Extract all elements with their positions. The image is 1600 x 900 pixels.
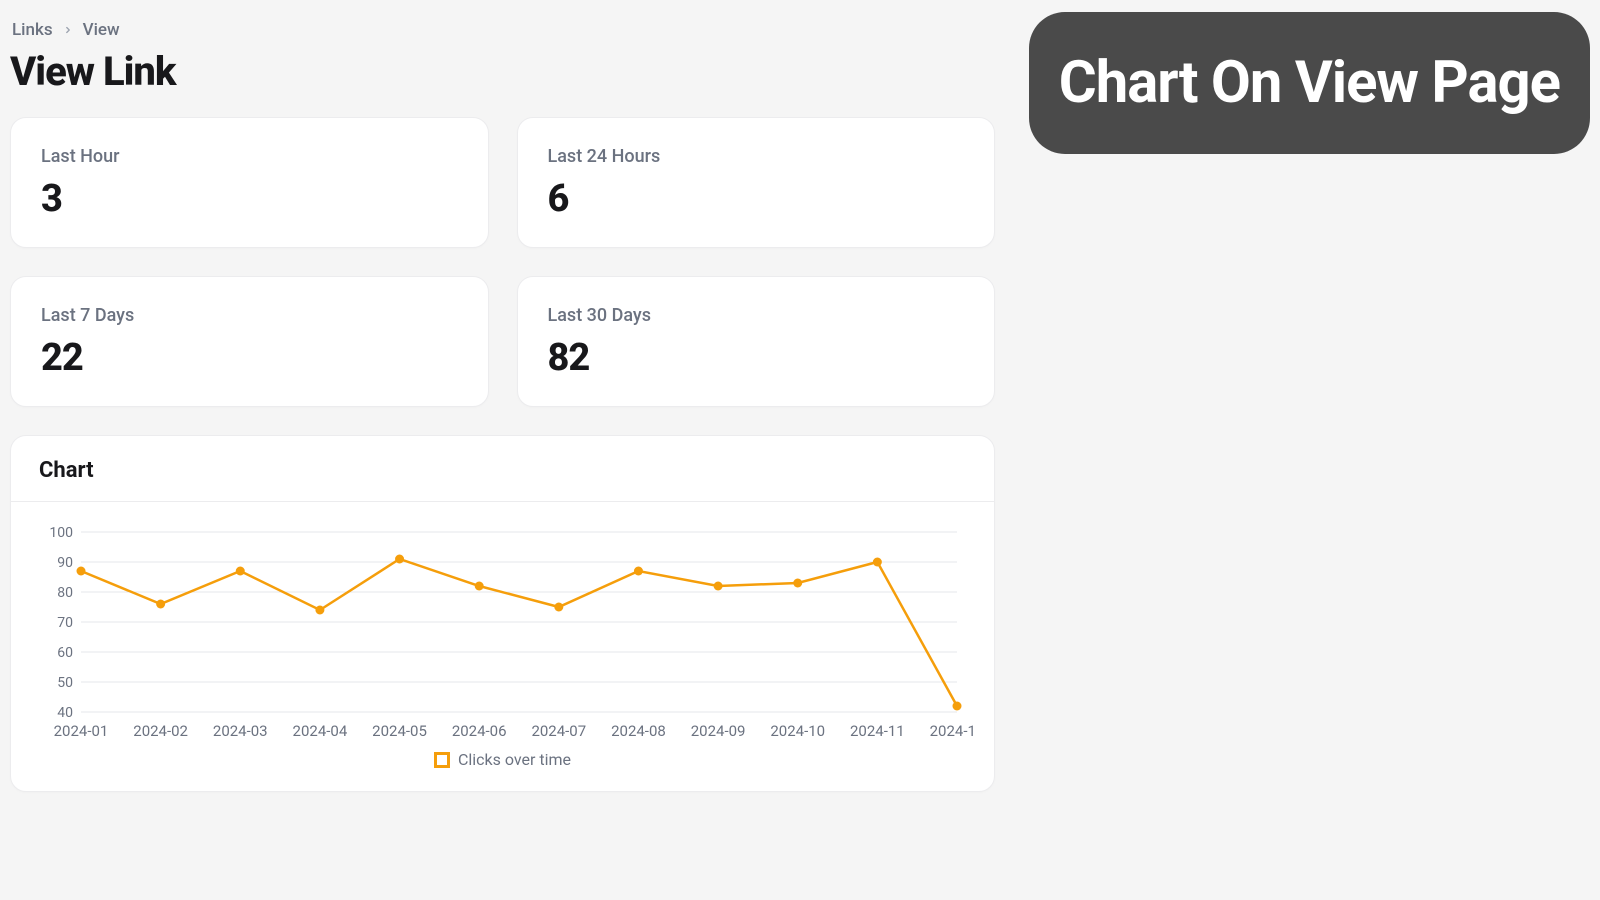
stat-label: Last 24 Hours (548, 146, 965, 167)
svg-text:2024-05: 2024-05 (372, 722, 427, 740)
svg-text:60: 60 (57, 645, 73, 661)
stat-label: Last Hour (41, 146, 458, 167)
chart-header: Chart (11, 436, 994, 502)
stats-grid: Last Hour 3 Last 24 Hours 6 Last 7 Days … (10, 117, 995, 407)
stat-value: 3 (41, 177, 458, 221)
svg-text:2024-06: 2024-06 (452, 722, 507, 740)
breadcrumb-current: View (83, 20, 120, 40)
svg-text:2024-12: 2024-12 (930, 722, 973, 740)
svg-text:100: 100 (49, 525, 73, 541)
stat-card-last-hour: Last Hour 3 (10, 117, 489, 248)
svg-text:2024-11: 2024-11 (850, 722, 905, 740)
chart-card: Chart 40 50 60 70 80 90 100 2024-01 2024-02 2024-… (10, 435, 995, 792)
chevron-right-icon (63, 25, 73, 35)
svg-text:40: 40 (57, 705, 73, 721)
chart-title: Chart (39, 458, 966, 483)
svg-text:2024-09: 2024-09 (691, 722, 746, 740)
svg-text:2024-01: 2024-01 (54, 722, 109, 740)
svg-text:2024-03: 2024-03 (213, 722, 268, 740)
stat-card-last-24-hours: Last 24 Hours 6 (517, 117, 996, 248)
stat-card-last-30-days: Last 30 Days 82 (517, 276, 996, 407)
svg-text:2024-07: 2024-07 (531, 722, 586, 740)
svg-text:80: 80 (57, 585, 73, 601)
legend-swatch-icon (434, 752, 450, 768)
svg-text:2024-02: 2024-02 (133, 722, 188, 740)
svg-text:2024-08: 2024-08 (611, 722, 666, 740)
stat-value: 22 (41, 336, 458, 380)
legend-label: Clicks over time (458, 750, 571, 769)
stat-value: 6 (548, 177, 965, 221)
chart-legend: Clicks over time (33, 742, 972, 783)
svg-text:2024-04: 2024-04 (293, 722, 348, 740)
stat-label: Last 7 Days (41, 305, 458, 326)
breadcrumb-root[interactable]: Links (12, 20, 53, 40)
svg-text:90: 90 (57, 555, 73, 571)
svg-text:50: 50 (57, 675, 73, 691)
svg-text:2024-10: 2024-10 (770, 722, 825, 740)
stat-value: 82 (548, 336, 965, 380)
stat-label: Last 30 Days (548, 305, 965, 326)
chart-plot: 40 50 60 70 80 90 100 2024-01 2024-02 2024-03 2024… (33, 522, 973, 742)
chart-body: 40 50 60 70 80 90 100 2024-01 2024-02 2024-03 2024… (11, 502, 994, 791)
overlay-banner: Chart On View Page (1029, 12, 1590, 154)
svg-text:70: 70 (57, 615, 73, 631)
stat-card-last-7-days: Last 7 Days 22 (10, 276, 489, 407)
